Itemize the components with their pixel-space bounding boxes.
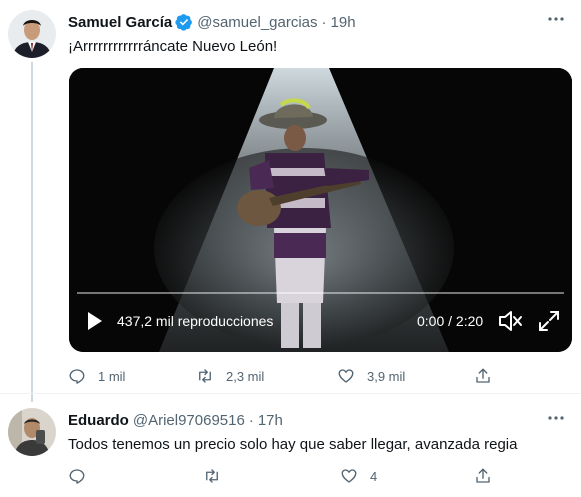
reply-timestamp[interactable]: 17h — [258, 412, 283, 429]
tweet-text: ¡Arrrrrrrrrrrráncate Nuevo León! — [68, 38, 278, 55]
fullscreen-icon[interactable] — [537, 309, 561, 333]
tweet[interactable]: Samuel García @samuel_garcias · 19h ¡Arr… — [0, 0, 581, 402]
share-button[interactable] — [474, 367, 492, 385]
reply-text: Todos tenemos un precio solo hay que sab… — [68, 436, 518, 453]
retweet-button[interactable]: 2,3 mil — [196, 367, 264, 385]
retweet-count: 2,3 mil — [226, 368, 265, 384]
progress-bar[interactable] — [77, 292, 564, 294]
like-button[interactable]: 3,9 mil — [337, 367, 405, 385]
view-count: 437,2 mil reproducciones — [117, 313, 274, 329]
reply-share-button[interactable] — [474, 467, 492, 485]
reply-header: Eduardo @Ariel97069516 · 17h — [68, 412, 283, 429]
reply-avatar[interactable] — [8, 408, 56, 456]
reply-like-button[interactable]: 4 — [340, 467, 377, 485]
volume-muted-icon[interactable] — [496, 307, 524, 335]
video-player[interactable]: 437,2 mil reproducciones 0:00 / 2:20 — [69, 68, 572, 352]
timestamp[interactable]: 19h — [331, 14, 356, 31]
separator-dot: · — [248, 412, 254, 429]
thread-line — [31, 62, 33, 402]
reply-icon — [69, 369, 85, 384]
share-icon — [476, 368, 490, 383]
reply-reply-button[interactable] — [68, 467, 86, 485]
reply-like-count: 4 — [370, 468, 378, 484]
reply-count: 1 mil — [98, 368, 126, 384]
avatar[interactable] — [8, 10, 56, 58]
share-icon — [476, 468, 490, 483]
play-icon[interactable] — [83, 310, 105, 332]
reply-retweet-button[interactable] — [203, 467, 221, 485]
separator-dot: · — [321, 13, 327, 31]
video-controls: 437,2 mil reproducciones 0:00 / 2:20 — [69, 292, 572, 352]
more-options-icon[interactable] — [545, 12, 567, 26]
verified-badge-icon — [175, 13, 193, 31]
reply-button[interactable]: 1 mil — [68, 367, 125, 385]
retweet-icon — [206, 469, 218, 483]
heart-icon — [341, 469, 357, 483]
reply-author-handle[interactable]: @Ariel97069516 — [133, 412, 245, 429]
reply-tweet[interactable]: Eduardo @Ariel97069516 · 17h Todos tenem… — [0, 394, 581, 497]
tweet-header: Samuel García @samuel_garcias · 19h — [68, 13, 356, 31]
reply-icon — [69, 469, 85, 484]
like-count: 3,9 mil — [367, 368, 406, 384]
author-handle[interactable]: @samuel_garcias — [197, 14, 317, 31]
heart-icon — [338, 369, 354, 383]
video-timecode: 0:00 / 2:20 — [417, 313, 484, 329]
reply-more-options-icon[interactable] — [545, 411, 567, 425]
author-name[interactable]: Samuel García — [68, 14, 172, 31]
retweet-icon — [199, 369, 211, 383]
reply-author-name[interactable]: Eduardo — [68, 412, 129, 429]
